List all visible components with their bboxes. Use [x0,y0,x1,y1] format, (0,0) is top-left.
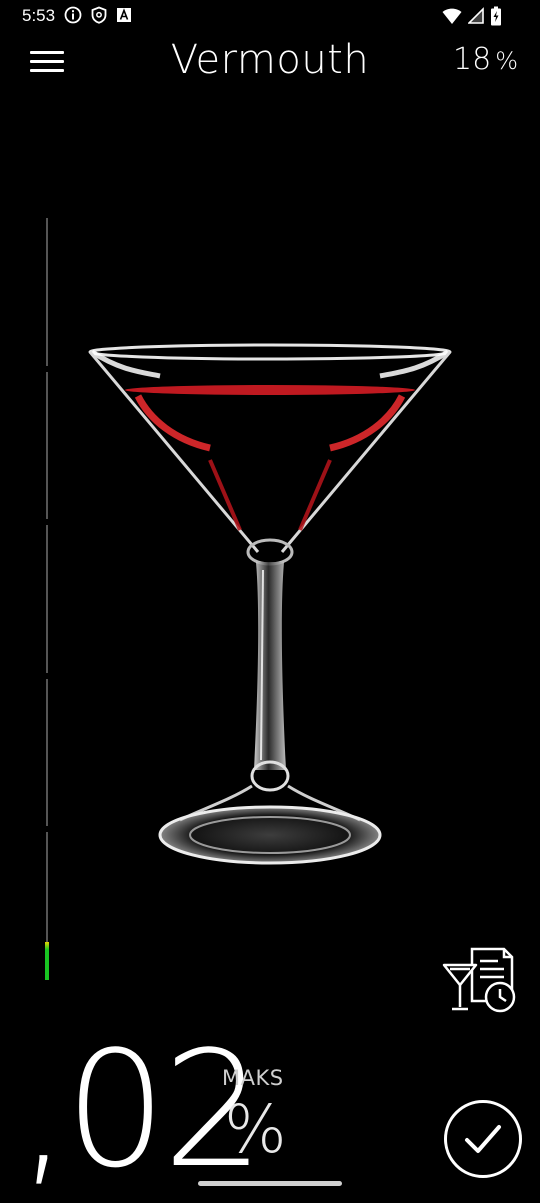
app-bar: Vermouth 18 % [0,34,540,90]
gauge-segment [46,218,48,366]
martini-glass-illustration [88,343,452,865]
status-time: 5:53 [22,6,56,25]
gauge-fill [45,942,49,980]
gauge-segment [46,525,48,673]
confirm-button[interactable] [444,1100,522,1178]
status-bar: 5:53 [0,0,540,34]
abv-value: 18 [453,42,492,77]
drink-history-icon [442,947,516,1013]
bac-unit: % [224,1091,287,1168]
abv-unit: % [495,47,518,75]
gauge-segment [46,678,48,827]
abv-indicator: 18 % [453,42,518,77]
drink-history-button[interactable] [440,945,520,1017]
battery-charging-icon [491,6,501,26]
shield-icon [91,6,107,24]
gauge-segment [46,371,48,520]
bac-level-gauge [44,218,52,980]
a-box-icon [117,8,131,22]
cell-signal-icon [468,7,484,24]
bac-max-label: MAKS [222,1066,284,1090]
wifi-icon [442,8,462,24]
status-icons-left [64,6,132,24]
checkmark-icon [465,1125,501,1153]
info-icon [64,6,82,24]
status-icons-right [442,6,502,26]
gesture-nav-handle[interactable] [198,1181,342,1186]
